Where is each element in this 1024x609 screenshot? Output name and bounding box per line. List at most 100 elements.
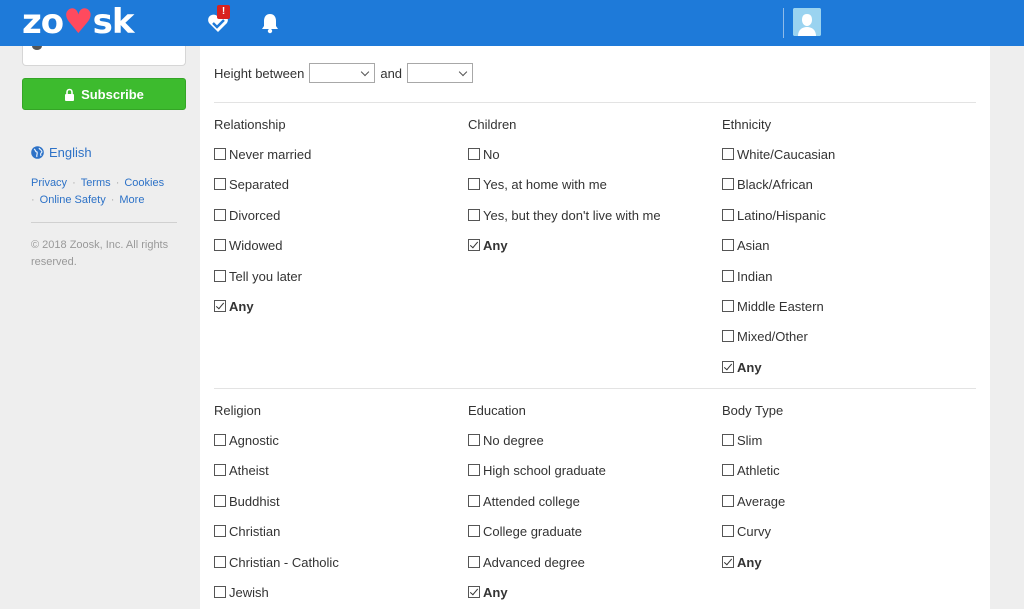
- zoosk-logo[interactable]: zo ♥ sk: [22, 2, 134, 42]
- online-safety-link[interactable]: Online Safety: [40, 194, 106, 206]
- ethnicity-option-mixed-other[interactable]: Mixed/Other: [722, 329, 808, 344]
- checkbox[interactable]: [468, 178, 480, 191]
- religion-option-jewish[interactable]: Jewish: [214, 585, 269, 600]
- checkbox[interactable]: [214, 148, 226, 160]
- matches-badge: !: [217, 5, 230, 19]
- checkbox[interactable]: [722, 525, 734, 538]
- relationship-option-divorced[interactable]: Divorced: [214, 208, 280, 223]
- checkbox[interactable]: [214, 555, 226, 568]
- more-link[interactable]: More: [119, 194, 144, 206]
- search-filters-panel: Height between and Relationship Never ma…: [200, 46, 990, 609]
- religion-option-christian[interactable]: Christian: [214, 524, 280, 539]
- relationship-option-tell-you-later[interactable]: Tell you later: [214, 269, 302, 284]
- matches-icon[interactable]: !: [205, 5, 231, 36]
- ethnicity-option-any[interactable]: Any: [722, 360, 762, 375]
- checkbox[interactable]: [468, 208, 480, 221]
- religion-option-agnostic[interactable]: Agnostic: [214, 433, 279, 448]
- checkbox[interactable]: [214, 300, 226, 312]
- body-type-option-any[interactable]: Any: [722, 555, 762, 570]
- religion-option-christian-catholic[interactable]: Christian - Catholic: [214, 555, 339, 570]
- privacy-link[interactable]: Privacy: [31, 177, 67, 189]
- option-label: Atheist: [229, 463, 269, 479]
- option-label: Buddhist: [229, 493, 280, 509]
- checkbox[interactable]: [214, 178, 226, 191]
- subscribe-button[interactable]: Subscribe: [22, 78, 186, 110]
- religion-option-atheist[interactable]: Atheist: [214, 463, 269, 478]
- option-label: Middle Eastern: [737, 299, 824, 314]
- profile-avatar-icon[interactable]: [793, 8, 821, 36]
- checkbox[interactable]: [214, 239, 226, 252]
- language-selector[interactable]: English: [31, 145, 92, 160]
- checkbox[interactable]: [468, 434, 480, 446]
- cookies-link[interactable]: Cookies: [124, 177, 164, 189]
- terms-link[interactable]: Terms: [81, 177, 111, 189]
- option-label: Curvy: [737, 524, 771, 540]
- relationship-option-separated[interactable]: Separated: [214, 177, 289, 192]
- checkbox[interactable]: [468, 586, 480, 598]
- checkbox[interactable]: [722, 269, 734, 282]
- logo-heart-icon: ♥: [63, 2, 94, 42]
- checkbox[interactable]: [722, 178, 734, 191]
- globe-icon: [31, 146, 44, 159]
- body-type-option-curvy[interactable]: Curvy: [722, 524, 771, 539]
- option-label: No degree: [483, 433, 544, 448]
- relationship-option-any[interactable]: Any: [214, 299, 254, 314]
- checkbox[interactable]: [722, 300, 734, 312]
- ethnicity-option-latino-hispanic[interactable]: Latino/Hispanic: [722, 208, 826, 223]
- ethnicity-option-asian[interactable]: Asian: [722, 238, 770, 253]
- relationship-option-never-married[interactable]: Never married: [214, 147, 311, 162]
- relationship-option-widowed[interactable]: Widowed: [214, 238, 282, 253]
- checkbox[interactable]: [468, 525, 480, 538]
- education-option-no-degree[interactable]: No degree: [468, 433, 544, 448]
- height-min-select[interactable]: [309, 63, 376, 83]
- checkbox[interactable]: [214, 464, 226, 477]
- education-option-high-school-graduate[interactable]: High school graduate: [468, 463, 606, 478]
- checkbox[interactable]: [722, 148, 734, 160]
- checkbox[interactable]: [722, 494, 734, 507]
- sidebar-card: [22, 42, 186, 66]
- checkbox[interactable]: [722, 464, 734, 477]
- ethnicity-option-white-caucasian[interactable]: White/Caucasian: [722, 147, 835, 162]
- education-option-attended-college[interactable]: Attended college: [468, 494, 580, 509]
- children-option-any[interactable]: Any: [468, 238, 508, 253]
- bell-icon[interactable]: [257, 10, 283, 36]
- education-option-advanced-degree[interactable]: Advanced degree: [468, 555, 585, 570]
- body-type-option-slim[interactable]: Slim: [722, 433, 762, 448]
- religion-option-buddhist[interactable]: Buddhist: [214, 494, 280, 509]
- section-divider: [214, 388, 976, 389]
- checkbox[interactable]: [722, 208, 734, 221]
- option-label: Any: [737, 359, 762, 375]
- option-label: Yes, but they don't live with me: [483, 207, 661, 223]
- children-option-no[interactable]: No: [468, 147, 500, 162]
- ethnicity-option-black-african[interactable]: Black/African: [722, 177, 813, 192]
- checkbox[interactable]: [214, 586, 226, 598]
- checkbox[interactable]: [722, 330, 734, 343]
- checkbox[interactable]: [722, 239, 734, 252]
- checkbox[interactable]: [214, 525, 226, 538]
- checkbox[interactable]: [214, 208, 226, 221]
- option-label: Separated: [229, 177, 289, 193]
- height-max-select[interactable]: [407, 63, 474, 83]
- children-option-yes-at-home-with-me[interactable]: Yes, at home with me: [468, 177, 607, 192]
- footer-links: Privacy · Terms · Cookies · Online Safety · More: [31, 177, 165, 206]
- checkbox[interactable]: [214, 434, 226, 446]
- body-type-option-average[interactable]: Average: [722, 494, 785, 509]
- education-group: Education No degree High school graduate A…: [468, 403, 606, 600]
- education-option-any[interactable]: Any: [468, 585, 508, 600]
- checkbox[interactable]: [468, 494, 480, 507]
- body-type-option-athletic[interactable]: Athletic: [722, 463, 780, 478]
- checkbox[interactable]: [468, 464, 480, 477]
- checkbox[interactable]: [214, 494, 226, 507]
- ethnicity-option-middle-eastern[interactable]: Middle Eastern: [722, 299, 824, 314]
- children-option-yes-but-they-don-t-live-with-me[interactable]: Yes, but they don't live with me: [468, 208, 661, 223]
- checkbox[interactable]: [468, 148, 480, 160]
- checkbox[interactable]: [722, 434, 734, 446]
- checkbox[interactable]: [722, 555, 734, 568]
- ethnicity-option-indian[interactable]: Indian: [722, 269, 772, 284]
- checkbox[interactable]: [468, 555, 480, 568]
- education-option-college-graduate[interactable]: College graduate: [468, 524, 582, 539]
- checkbox[interactable]: [468, 239, 480, 252]
- checkbox[interactable]: [214, 269, 226, 282]
- checkbox[interactable]: [722, 360, 734, 373]
- option-label: Agnostic: [229, 433, 279, 448]
